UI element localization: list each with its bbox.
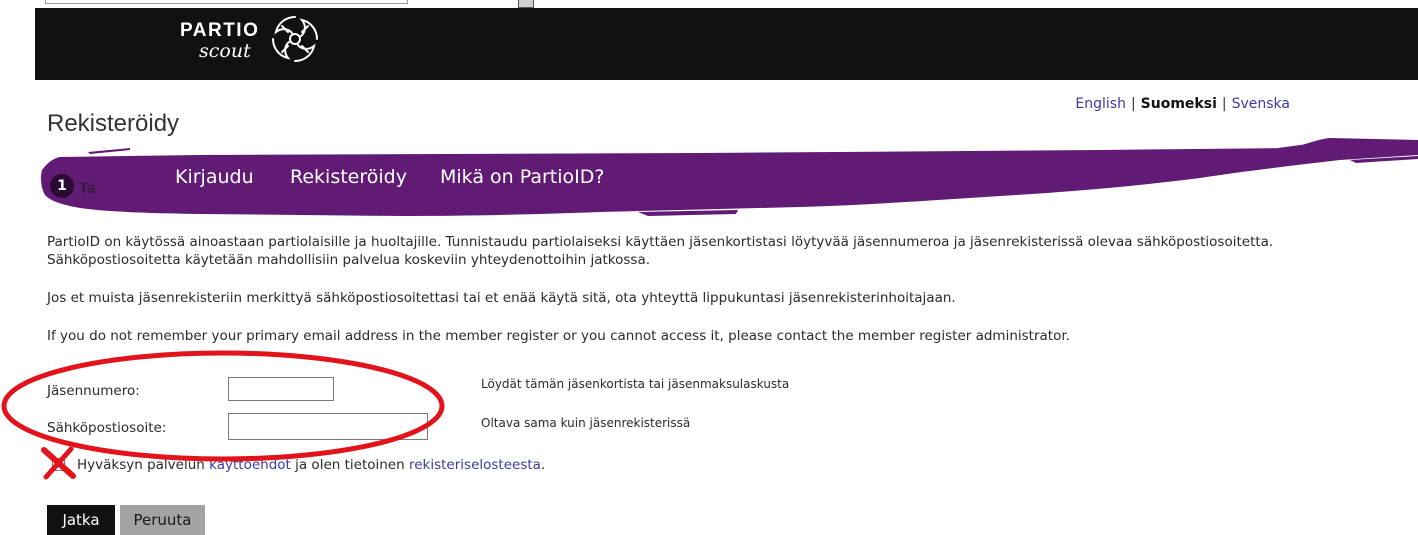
forgot-email-note-english: If you do not remember your primary emai… [47,328,1070,344]
language-separator: | [1130,96,1136,112]
logo-text-partio: PARTIO [180,20,260,41]
language-separator: | [1221,96,1227,112]
cancel-button[interactable]: Peruuta [120,505,205,535]
language-link-english[interactable]: English [1075,96,1126,112]
scout-emblem-icon [272,16,318,62]
email-label: Sähköpostiosoite: [47,420,167,436]
annotation-ellipse [1,350,445,462]
terms-text-after: . [540,457,546,473]
terms-text-before: Hyväksyn palvelun [77,457,210,473]
member-number-label: Jäsennumero: [47,383,140,399]
nav-item-register[interactable]: Rekisteröidy [290,165,407,189]
terms-text-middle: ja olen tietoinen [290,457,409,473]
logo-text-scout: scout [199,40,251,62]
privacy-statement-link[interactable]: rekisteriselosteesta [409,457,541,473]
nav-item-what-is-partioid[interactable]: Mikä on PartioID? [440,165,604,189]
member-number-hint: Löydät tämän jäsenkortista tai jäsenmaks… [481,377,790,391]
member-number-input[interactable] [228,377,334,401]
top-partial-icon[interactable] [518,0,534,8]
terms-of-use-link[interactable]: käyttöehdot [209,457,291,473]
language-link-swedish[interactable]: Svenska [1232,96,1290,112]
step-label-partial: Ta [79,181,96,197]
step-number-badge: 1 [50,174,74,198]
email-hint: Oltava sama kuin jäsenrekisterissä [481,416,691,430]
email-input[interactable] [228,413,428,440]
forgot-email-note-finnish: Jos et muista jäsenrekisteriin merkittyä… [47,290,956,306]
intro-text-line1: PartioID on käytössä ainoastaan partiola… [47,234,1274,250]
terms-checkbox[interactable] [52,458,65,471]
page-title: Rekisteröidy [47,110,180,137]
nav-item-login[interactable]: Kirjaudu [175,165,254,189]
continue-button[interactable]: Jatka [47,505,115,535]
language-switcher: English | Suomeksi | Svenska [1075,95,1290,113]
top-partial-input[interactable] [45,0,408,4]
terms-text: Hyväksyn palvelun käyttöehdot ja olen ti… [77,457,545,473]
intro-text-line2: Sähköpostiosoitetta käytetään mahdollisi… [47,252,651,268]
language-link-finnish[interactable]: Suomeksi [1141,96,1217,112]
